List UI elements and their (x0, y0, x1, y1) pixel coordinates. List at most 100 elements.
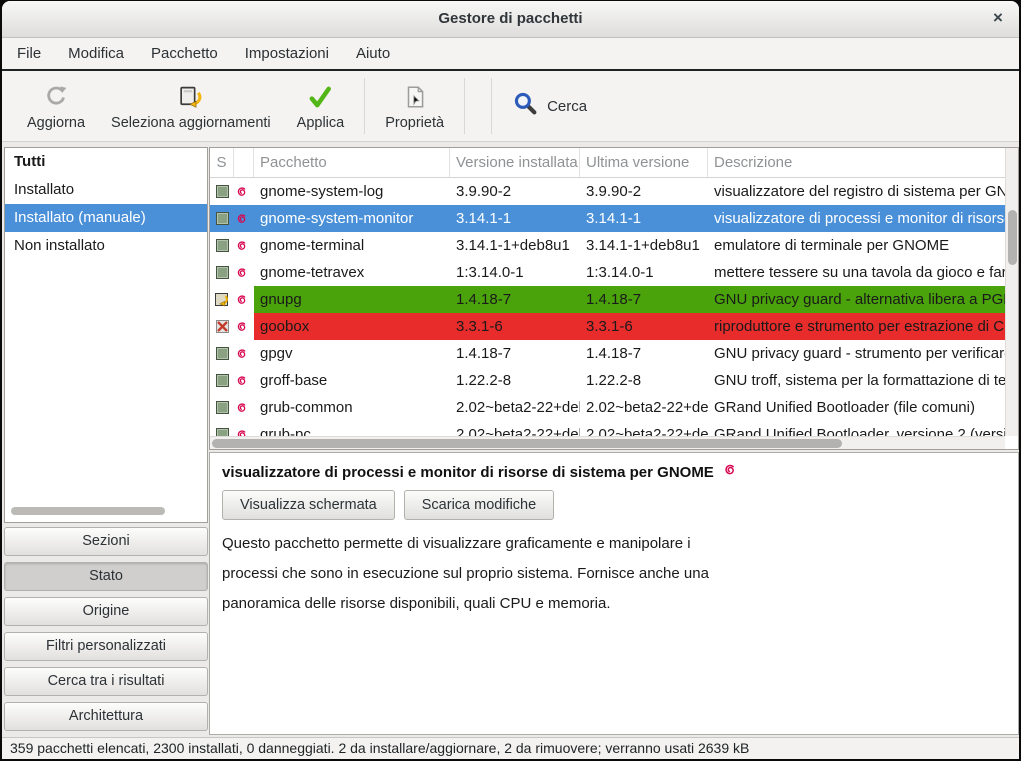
column-header-latest-version[interactable]: Ultima versione (580, 148, 708, 177)
menubar: FileModificaPacchettoImpostazioniAiuto (2, 38, 1019, 69)
toolbar-separator (464, 78, 465, 134)
filter-item-non-installato[interactable]: Non installato (5, 232, 207, 260)
search-icon (513, 91, 538, 121)
package-description: GNU privacy guard - strumento per verifi… (708, 340, 1005, 367)
filter-items: TuttiInstallatoInstallato (manuale)Non i… (5, 148, 207, 260)
column-header-status[interactable]: S (210, 148, 234, 177)
package-row-goobox[interactable]: goobox3.3.1-63.3.1-6riproduttore e strum… (210, 313, 1005, 340)
status-installed-icon[interactable] (210, 178, 234, 205)
menu-aiuto[interactable]: Aiuto (345, 39, 401, 68)
status-installed-icon[interactable] (210, 421, 234, 436)
package-description: riproduttore e strumento per estrazione … (708, 313, 1005, 340)
statusbar: 359 pacchetti elencati, 2300 installati,… (2, 737, 1019, 759)
search-button[interactable]: Cerca (499, 83, 601, 129)
package-description: visualizzatore di processi e monitor di … (708, 205, 1005, 232)
installed-version: 1.22.2-8 (450, 367, 580, 394)
horizontal-scrollbar[interactable] (210, 436, 1005, 449)
package-row-gnupg[interactable]: gnupg1.4.18-71.4.18-7GNU privacy guard -… (210, 286, 1005, 313)
filter-item-tutti[interactable]: Tutti (5, 148, 207, 176)
latest-version: 3.3.1-6 (580, 313, 708, 340)
package-description: visualizzatore del registro di sistema p… (708, 178, 1005, 205)
details-title-text: visualizzatore di processi e monitor di … (222, 464, 714, 481)
status-installed-icon[interactable] (210, 205, 234, 232)
vertical-scrollbar-thumb[interactable] (1008, 210, 1017, 265)
titlebar[interactable]: Gestore di pacchetti × (2, 1, 1019, 38)
sidebar-button-origine[interactable]: Origine (4, 597, 208, 626)
status-reinstall-icon[interactable] (210, 286, 234, 313)
mark-upgrades-label: Seleziona aggiornamenti (111, 115, 271, 131)
column-header-origin[interactable] (234, 148, 254, 177)
sidebar-buttons: Sezioni Stato Origine Filtri personalizzati… (4, 527, 208, 737)
menu-file[interactable]: File (6, 39, 52, 68)
download-changelog-button[interactable]: Scarica modifiche (404, 490, 554, 520)
latest-version: 3.14.1-1+deb8u1 (580, 232, 708, 259)
menu-pacchetto[interactable]: Pacchetto (140, 39, 229, 68)
debian-swirl-icon (234, 232, 254, 259)
package-description: emulatore di terminale per GNOME (708, 232, 1005, 259)
latest-version: 1.22.2-8 (580, 367, 708, 394)
menu-impostazioni[interactable]: Impostazioni (234, 39, 340, 68)
package-row-gnome-system-monitor[interactable]: gnome-system-monitor3.14.1-13.14.1-1visu… (210, 205, 1005, 232)
status-installed-icon[interactable] (210, 259, 234, 286)
package-row-gnome-system-log[interactable]: gnome-system-log3.9.90-23.9.90-2visualiz… (210, 178, 1005, 205)
column-header-package[interactable]: Pacchetto (254, 148, 450, 177)
description-line: panoramica delle risorse disponibili, qu… (222, 589, 709, 619)
sidebar-button-architettura[interactable]: Architettura (4, 702, 208, 731)
package-name: gnome-terminal (254, 232, 450, 259)
description-line: Questo pacchetto permette di visualizzar… (222, 529, 709, 559)
status-installed-icon[interactable] (210, 340, 234, 367)
filter-horizontal-scrollbar-thumb[interactable] (11, 507, 165, 515)
close-icon[interactable]: × (985, 1, 1011, 37)
status-remove-icon[interactable] (210, 313, 234, 340)
refresh-button[interactable]: Aggiorna (14, 77, 98, 135)
installed-version: 3.14.1-1+deb8u1 (450, 232, 580, 259)
vertical-scrollbar[interactable] (1005, 148, 1018, 436)
installed-version: 1:3.14.0-1 (450, 259, 580, 286)
properties-button[interactable]: Proprietà (372, 77, 457, 135)
sidebar-button-filtri-personalizzati[interactable]: Filtri personalizzati (4, 632, 208, 661)
debian-swirl-icon (234, 367, 254, 394)
mark-upgrades-button[interactable]: Seleziona aggiornamenti (98, 77, 284, 135)
debian-swirl-icon (234, 259, 254, 286)
latest-version: 2.02~beta2-22+deb8u1 (580, 394, 708, 421)
column-header-description[interactable]: Descrizione (708, 148, 1018, 177)
menu-modifica[interactable]: Modifica (57, 39, 135, 68)
status-installed-icon[interactable] (210, 394, 234, 421)
package-row-grub-pc[interactable]: grub-pc2.02~beta2-22+deb8u12.02~beta2-22… (210, 421, 1005, 436)
mark-upgrades-icon (177, 81, 204, 113)
status-installed-icon[interactable] (210, 232, 234, 259)
sidebar-button-cerca-tra-i-risultati[interactable]: Cerca tra i risultati (4, 667, 208, 696)
debian-swirl-icon (234, 340, 254, 367)
horizontal-scrollbar-thumb[interactable] (212, 439, 842, 448)
latest-version: 1.4.18-7 (580, 340, 708, 367)
column-header-installed-version[interactable]: Versione installata (450, 148, 580, 177)
search-label: Cerca (547, 98, 587, 115)
installed-version: 3.9.90-2 (450, 178, 580, 205)
package-row-groff-base[interactable]: groff-base1.22.2-81.22.2-8GNU troff, sis… (210, 367, 1005, 394)
sidebar-button-stato[interactable]: Stato (4, 562, 208, 591)
statusbar-text: 359 pacchetti elencati, 2300 installati,… (10, 740, 749, 756)
package-row-gpgv[interactable]: gpgv1.4.18-71.4.18-7GNU privacy guard - … (210, 340, 1005, 367)
status-installed-icon[interactable] (210, 367, 234, 394)
view-screenshot-button[interactable]: Visualizza schermata (222, 490, 395, 520)
apply-label: Applica (297, 115, 345, 131)
app-window: Gestore di pacchetti × FileModificaPacch… (2, 1, 1019, 759)
latest-version: 1.4.18-7 (580, 286, 708, 313)
package-row-gnome-terminal[interactable]: gnome-terminal3.14.1-1+deb8u13.14.1-1+de… (210, 232, 1005, 259)
latest-version: 3.9.90-2 (580, 178, 708, 205)
package-table: S Pacchetto Versione installata Ultima v… (209, 147, 1019, 450)
filter-item-installato-manuale[interactable]: Installato (manuale) (5, 204, 207, 232)
latest-version: 1:3.14.0-1 (580, 259, 708, 286)
package-description: GRand Unified Bootloader (file comuni) (708, 394, 1005, 421)
package-name: gnome-tetravex (254, 259, 450, 286)
debian-swirl-icon (234, 313, 254, 340)
installed-version: 1.4.18-7 (450, 340, 580, 367)
package-name: groff-base (254, 367, 450, 394)
sidebar-button-sezioni[interactable]: Sezioni (4, 527, 208, 556)
filter-item-installato[interactable]: Installato (5, 176, 207, 204)
apply-button[interactable]: Applica (284, 77, 358, 135)
package-row-grub-common[interactable]: grub-common2.02~beta2-22+deb8u12.02~beta… (210, 394, 1005, 421)
latest-version: 2.02~beta2-22+deb8u1 (580, 421, 708, 436)
package-row-gnome-tetravex[interactable]: gnome-tetravex1:3.14.0-11:3.14.0-1metter… (210, 259, 1005, 286)
table-rows: gnome-system-log3.9.90-23.9.90-2visualiz… (210, 178, 1005, 436)
